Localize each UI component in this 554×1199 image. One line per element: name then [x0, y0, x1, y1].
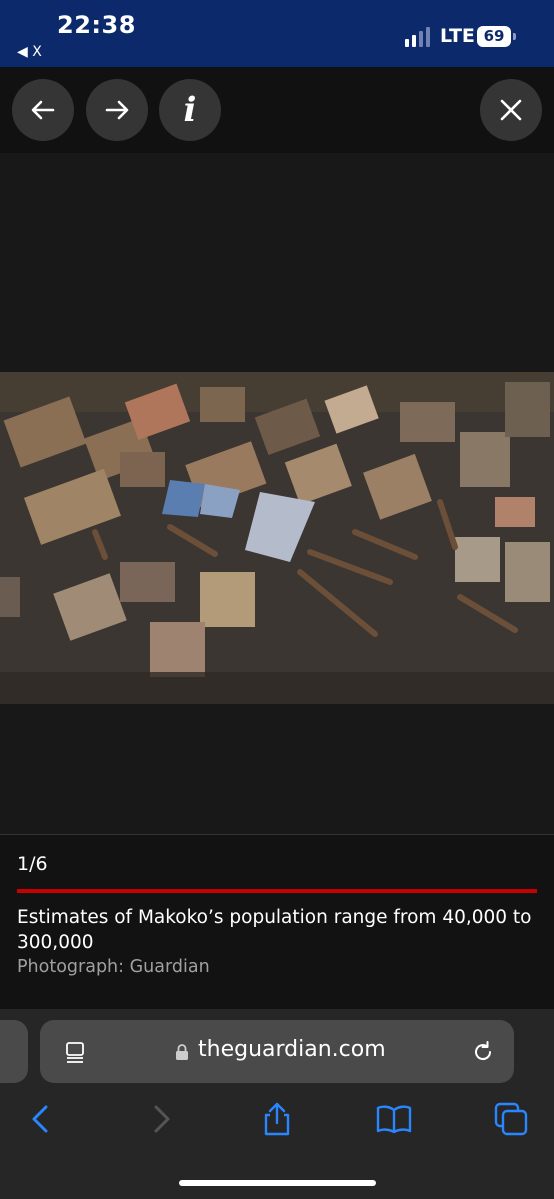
network-type: LTE	[440, 25, 475, 47]
home-indicator[interactable]	[179, 1180, 376, 1186]
close-button[interactable]	[480, 79, 542, 141]
image-counter: 1/6	[17, 853, 48, 875]
info-button[interactable]: i	[159, 79, 221, 141]
previous-tab-peek[interactable]	[0, 1020, 28, 1083]
next-button[interactable]	[86, 79, 148, 141]
address-bar[interactable]: theguardian.com	[40, 1020, 514, 1083]
battery-tip	[513, 33, 516, 40]
caption-panel: 1/6 Estimates of Makoko’s population ran…	[0, 834, 554, 1010]
reader-icon[interactable]	[64, 1041, 86, 1063]
gallery-toolbar: i	[0, 67, 554, 154]
previous-button[interactable]	[12, 79, 74, 141]
back-to-app-link[interactable]: ◀ X	[17, 44, 42, 60]
signal-icon	[405, 27, 435, 47]
photo-caption: Estimates of Makoko’s population range f…	[17, 907, 532, 953]
status-time: 22:38	[57, 11, 136, 39]
arrow-right-icon	[105, 100, 129, 120]
status-bar: 22:38 ◀ X LTE 69	[0, 0, 554, 67]
bookmarks-icon[interactable]	[376, 1101, 412, 1137]
forward-icon[interactable]	[143, 1101, 179, 1137]
lock-icon	[176, 1044, 188, 1060]
close-icon	[500, 99, 522, 121]
reload-icon[interactable]	[470, 1039, 496, 1065]
share-icon[interactable]	[259, 1101, 295, 1137]
back-icon[interactable]	[23, 1101, 59, 1137]
arrow-left-icon	[31, 100, 55, 120]
browser-toolbar: theguardian.com	[0, 1009, 554, 1199]
tabs-icon[interactable]	[493, 1101, 529, 1137]
battery-icon: 69	[477, 26, 511, 47]
info-icon: i	[183, 90, 197, 130]
url-text[interactable]: theguardian.com	[198, 1037, 386, 1062]
photo-credit: Photograph: Guardian	[17, 957, 210, 977]
gallery-photo[interactable]	[0, 372, 554, 704]
accent-divider	[17, 889, 537, 893]
